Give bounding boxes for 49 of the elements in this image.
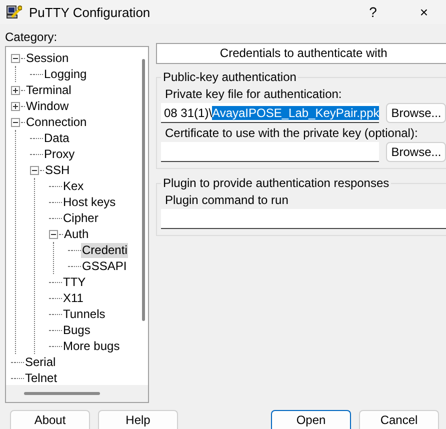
collapse-icon[interactable] [30,166,39,174]
tree-item[interactable]: More bugs [62,338,121,354]
panel-title: Credentials to authenticate with [156,43,446,64]
dialog-button[interactable]: Cancel [359,410,439,429]
tree-item[interactable]: Cipher [62,210,100,226]
scrollbar-thumb[interactable] [24,392,100,395]
tree-item[interactable]: SSH [44,162,71,178]
tree-item[interactable]: Credenti [81,242,128,258]
computer-key-icon [6,4,22,20]
category-label: Category: [5,30,58,46]
collapse-icon[interactable] [49,230,58,238]
tree-item[interactable]: TTY [62,274,87,290]
field-label: Private key file for authentication: [165,87,343,101]
expand-icon[interactable] [11,86,20,94]
tree-item[interactable]: Auth [63,226,90,242]
tree-item[interactable]: Serial [24,354,57,370]
tree-item[interactable]: Terminal [25,82,72,98]
field-label: Certificate to use with the private key (optional): [165,126,419,140]
tree-item[interactable]: Telnet [24,370,58,385]
dialog-button[interactable]: Help [98,410,178,429]
tree-item[interactable]: Tunnels [62,306,106,322]
close-button[interactable]: × [402,4,446,20]
tree-item[interactable]: Session [25,50,70,66]
input-field[interactable]: 08 31(1)\AvayaIPOSE_Lab_KeyPair.ppk [161,103,380,123]
browse-button[interactable]: Browse... [386,142,446,162]
tree-item[interactable]: Proxy [43,146,76,162]
help-button[interactable]: ? [351,4,395,20]
tree-item[interactable]: Window [25,98,70,114]
tree-item[interactable]: Logging [43,66,88,82]
expand-icon[interactable] [11,102,20,110]
dialog-button[interactable]: Open [271,410,351,429]
group-title: Public-key authentication [162,70,298,84]
group-title: Plugin to provide authentication responses [162,176,390,190]
tree-item[interactable]: Host keys [62,194,117,210]
tree-item[interactable]: GSSAPI [81,258,128,274]
input-field[interactable] [161,142,380,162]
dialog-button[interactable]: About [10,410,90,429]
scrollbar-thumb[interactable] [142,59,145,321]
tree-item[interactable]: Kex [62,178,85,194]
input-field[interactable] [161,209,446,229]
field-label: Plugin command to run [165,193,290,207]
window-title: PuTTY Configuration [29,4,152,20]
tree-item[interactable]: Bugs [62,322,92,338]
tree-item[interactable]: Data [43,130,70,146]
tree-item[interactable]: Connection [25,114,88,130]
browse-button[interactable]: Browse... [386,103,446,123]
collapse-icon[interactable] [11,118,20,126]
tree-item[interactable]: X11 [62,290,84,306]
collapse-icon[interactable] [11,54,20,62]
